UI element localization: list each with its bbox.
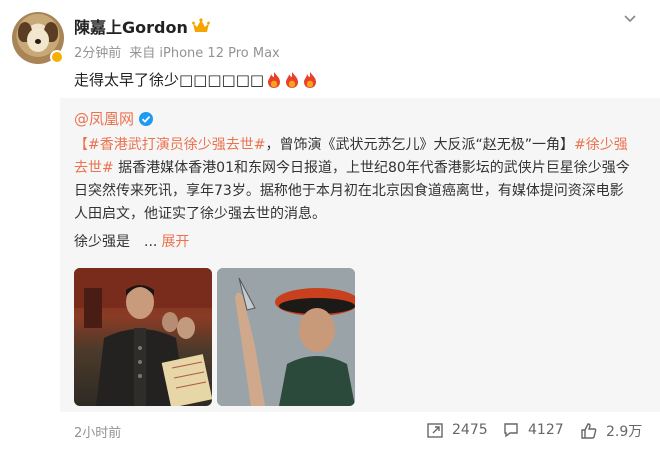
repost-source: @凤凰网 [74, 108, 154, 129]
verified-badge-icon [50, 50, 64, 64]
repost-photo[interactable] [217, 268, 355, 406]
post-text: 走得太早了徐少□□□□□□ [74, 71, 265, 89]
author-row: 陳嘉上Gordon [74, 14, 210, 38]
repost-source-name[interactable]: @凤凰网 [74, 108, 134, 129]
chevron-down-icon[interactable] [622, 10, 638, 26]
post-footer: 2小时前 2475 4127 2.9万 [0, 412, 660, 457]
repost-text: 据香港媒体香港01和东网今日报道，上世纪80年代香港影坛的武侠片巨星徐少强今日突… [74, 160, 630, 222]
author-name[interactable]: 陳嘉上Gordon [74, 14, 188, 38]
expand-link[interactable]: 展开 [161, 234, 189, 250]
repost-count: 2475 [452, 422, 488, 438]
comment-count: 4127 [528, 422, 564, 438]
repost-button[interactable]: 2475 [426, 421, 488, 439]
repost-body: 【#香港武打演员徐少强去世#，曾饰演《武状元苏乞儿》大反派“赵无极”一角】#徐少… [74, 134, 634, 226]
verified-blue-icon [139, 111, 154, 126]
post-source: 来自 iPhone 12 Pro Max [129, 46, 280, 61]
like-button[interactable]: 2.9万 [580, 421, 642, 441]
repost-icon [427, 423, 443, 438]
repost-text: ，曾饰演《武状元苏乞儿》大反派“赵无极”一角】 [265, 137, 574, 153]
post-meta: 2分钟前 来自 iPhone 12 Pro Max [74, 42, 280, 61]
avatar-dog-nose [35, 39, 41, 44]
weibo-post: 陳嘉上Gordon 2分钟前 来自 iPhone 12 Pro Max 走得太早… [0, 0, 660, 457]
photo-scene [217, 268, 355, 406]
post-content: 走得太早了徐少□□□□□□ [74, 69, 318, 90]
crown-icon [191, 18, 210, 32]
photo-scene [74, 268, 212, 406]
repost-photo[interactable] [74, 268, 212, 406]
repost-tail: 徐少强是 ... 展开 [74, 231, 189, 251]
candle-icon [304, 71, 317, 88]
repost-card[interactable]: @凤凰网 【#香港武打演员徐少强去世#，曾饰演《武状元苏乞儿》大反派“赵无极”一… [60, 98, 660, 412]
hashtag-link[interactable]: 【#香港武打演员徐少强去世# [74, 137, 265, 153]
repost-tail-text: 徐少强是 ... [74, 234, 158, 250]
candle-icon [268, 71, 281, 88]
comment-icon [504, 423, 518, 438]
post-time: 2分钟前 [74, 46, 122, 61]
thumbs-up-icon [581, 423, 597, 439]
candle-icon [286, 71, 299, 88]
footer-time: 2小时前 [74, 426, 122, 441]
like-count: 2.9万 [606, 424, 643, 440]
comment-button[interactable]: 4127 [502, 421, 564, 439]
